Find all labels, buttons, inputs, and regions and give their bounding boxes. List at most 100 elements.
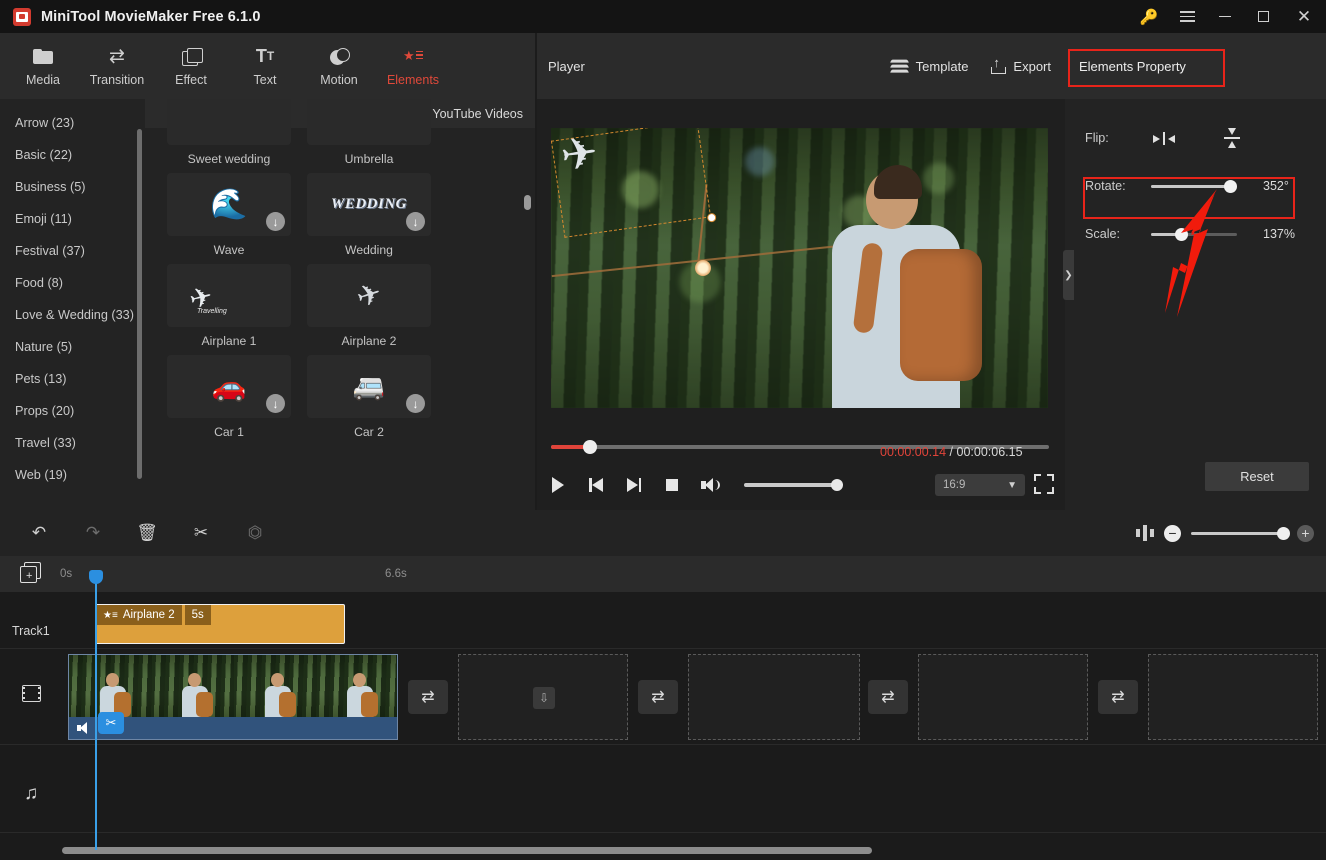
transition-slot-button[interactable]: ⇄: [868, 680, 908, 714]
download-placeholder-icon[interactable]: ⇩: [533, 687, 555, 709]
close-icon[interactable]: ✕: [1282, 0, 1326, 33]
element-thumbnail[interactable]: [167, 99, 291, 145]
split-view-icon[interactable]: [1136, 525, 1154, 541]
category-item[interactable]: Nature (5): [0, 331, 145, 363]
scissors-icon[interactable]: ✂: [98, 712, 124, 734]
tab-elements[interactable]: ★ Elements: [376, 35, 450, 97]
download-icon[interactable]: [266, 212, 285, 231]
video-preview[interactable]: ✈: [551, 128, 1048, 408]
element-tile[interactable]: ✈ Airplane 2: [307, 264, 431, 352]
element-tile[interactable]: 🌊 Wave: [167, 173, 291, 261]
crop-button[interactable]: ⏣: [228, 510, 282, 556]
progress-knob[interactable]: [583, 440, 597, 454]
category-scrollbar[interactable]: [137, 129, 142, 479]
tab-effect[interactable]: Effect: [154, 35, 228, 97]
zoom-slider[interactable]: [1191, 526, 1290, 540]
window-controls: 🔑 ✕: [1130, 0, 1326, 33]
category-item[interactable]: Travel (33): [0, 427, 145, 459]
media-placeholder[interactable]: ⇩: [458, 654, 628, 740]
previous-frame-button[interactable]: [584, 474, 608, 496]
scale-slider[interactable]: [1151, 227, 1237, 241]
element-tile[interactable]: WEDDING Wedding: [307, 173, 431, 261]
element-tile[interactable]: Sweet wedding: [167, 99, 291, 170]
reset-button[interactable]: Reset: [1205, 462, 1309, 491]
category-item[interactable]: Food (8): [0, 267, 145, 299]
category-item[interactable]: Business (5): [0, 171, 145, 203]
category-list[interactable]: Arrow (23) Basic (22) Business (5) Emoji…: [0, 99, 145, 510]
element-tile[interactable]: 🚐 Car 2: [307, 355, 431, 443]
minimize-icon[interactable]: [1206, 0, 1244, 33]
airplane-overlay-element[interactable]: ✈: [558, 128, 601, 181]
aspect-ratio-select[interactable]: 16:9 ▼: [935, 474, 1025, 496]
transition-slot-button[interactable]: ⇄: [638, 680, 678, 714]
split-button[interactable]: ✂: [174, 510, 228, 556]
zoom-knob[interactable]: [1277, 526, 1290, 540]
rotate-knob[interactable]: [1224, 179, 1237, 193]
menu-icon[interactable]: [1168, 0, 1206, 33]
airplane-1-icon: ✈ Travelling: [186, 280, 227, 315]
element-thumbnail[interactable]: [307, 99, 431, 145]
flip-horizontal-icon[interactable]: [1147, 131, 1181, 145]
rotate-slider[interactable]: [1151, 179, 1237, 193]
flip-vertical-icon[interactable]: [1215, 128, 1249, 148]
tab-motion[interactable]: Motion: [302, 35, 376, 97]
zoom-out-button[interactable]: −: [1164, 524, 1181, 542]
category-item[interactable]: Emoji (11): [0, 203, 145, 235]
play-button[interactable]: [546, 474, 570, 496]
element-thumbnail[interactable]: 🚗: [167, 355, 291, 418]
element-thumbnail[interactable]: WEDDING: [307, 173, 431, 236]
download-icon[interactable]: [406, 212, 425, 231]
transition-slot-button[interactable]: ⇄: [408, 680, 448, 714]
key-icon[interactable]: 🔑: [1130, 0, 1168, 33]
app-window: MiniTool MovieMaker Free 6.1.0 🔑 ✕ Media…: [0, 0, 1326, 860]
tab-transition[interactable]: ⇄ Transition: [80, 35, 154, 97]
category-item[interactable]: Props (20): [0, 395, 145, 427]
element-thumbnail[interactable]: ✈ Travelling: [167, 264, 291, 327]
category-item[interactable]: Love & Wedding (33): [0, 299, 145, 331]
stop-button[interactable]: [660, 474, 684, 496]
timeline-ruler[interactable]: + 0s 6.6s: [0, 556, 1326, 592]
speaker-icon[interactable]: [77, 722, 92, 734]
maximize-icon[interactable]: [1244, 0, 1282, 33]
element-tile[interactable]: ✈ Travelling Airplane 1: [167, 264, 291, 352]
clip-duration: 5s: [184, 605, 211, 625]
scale-knob[interactable]: [1175, 227, 1188, 241]
media-placeholder[interactable]: [1148, 654, 1318, 740]
tab-media[interactable]: Media: [6, 35, 80, 97]
download-icon[interactable]: [266, 394, 285, 413]
volume-icon[interactable]: [698, 474, 722, 496]
media-placeholder[interactable]: [918, 654, 1088, 740]
media-placeholder[interactable]: [688, 654, 860, 740]
elements-scrollbar[interactable]: [524, 195, 531, 210]
category-item[interactable]: Basic (22): [0, 139, 145, 171]
category-item[interactable]: Arrow (23): [0, 107, 145, 139]
category-item[interactable]: Web (19): [0, 459, 145, 491]
playhead-handle[interactable]: [89, 570, 103, 584]
add-media-icon[interactable]: +: [20, 562, 43, 585]
export-button[interactable]: Export: [990, 55, 1051, 74]
aspect-ratio-value: 16:9: [943, 479, 966, 491]
volume-knob[interactable]: [831, 479, 843, 491]
transition-slot-button[interactable]: ⇄: [1098, 680, 1138, 714]
element-tile[interactable]: 🚗 Car 1: [167, 355, 291, 443]
timeline-horizontal-scrollbar[interactable]: [62, 847, 1312, 854]
element-tile[interactable]: Umbrella: [307, 99, 431, 170]
next-frame-button[interactable]: [622, 474, 646, 496]
download-icon[interactable]: [406, 394, 425, 413]
template-button[interactable]: Template: [889, 59, 968, 74]
element-thumbnail[interactable]: 🚐: [307, 355, 431, 418]
element-clip-airplane-2[interactable]: ★≡ Airplane 2 5s: [95, 604, 345, 644]
volume-slider[interactable]: [744, 479, 843, 491]
element-thumbnail[interactable]: 🌊: [167, 173, 291, 236]
fullscreen-button[interactable]: [1034, 474, 1054, 494]
zoom-in-button[interactable]: +: [1297, 524, 1314, 542]
category-item[interactable]: Pets (13): [0, 363, 145, 395]
element-thumbnail[interactable]: ✈: [307, 264, 431, 327]
category-item[interactable]: Festival (37): [0, 235, 145, 267]
delete-button[interactable]: 🗑: [120, 510, 174, 556]
redo-button[interactable]: ↷: [66, 510, 120, 556]
panel-collapse-arrow-icon[interactable]: ❯: [1063, 250, 1074, 300]
tab-text[interactable]: TT Text: [228, 35, 302, 97]
undo-button[interactable]: ↶: [12, 510, 66, 556]
playhead[interactable]: [89, 570, 103, 850]
